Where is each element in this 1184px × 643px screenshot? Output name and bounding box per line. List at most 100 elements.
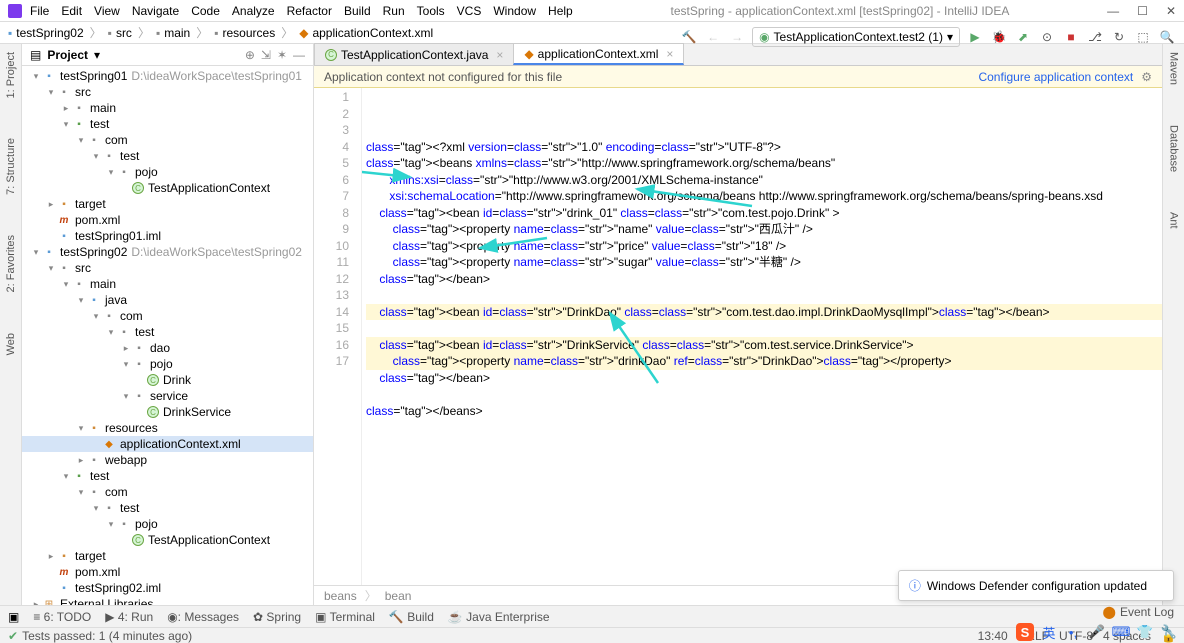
event-log-button[interactable]: ⬤Event Log (1103, 605, 1174, 619)
tree-item[interactable]: ▾▪pojo (22, 164, 313, 180)
tree-item[interactable]: mpom.xml (22, 564, 313, 580)
tree-item[interactable]: ◆applicationContext.xml (22, 436, 313, 452)
tree-item[interactable]: ▸▪webapp (22, 452, 313, 468)
update-button[interactable]: ↻ (1110, 28, 1128, 46)
menu-tools[interactable]: Tools (417, 4, 445, 18)
bottom-tab[interactable]: ▶ 4: Run (105, 610, 153, 624)
code-line[interactable]: xsi:schemaLocation="http://www.springfra… (366, 188, 1162, 205)
minimize-button[interactable]: — (1107, 4, 1119, 18)
bottom-tab[interactable]: ≡ 6: TODO (33, 610, 91, 624)
code-area[interactable]: 1234567891011121314151617 class="tag"><?… (314, 88, 1162, 585)
bottom-tab[interactable]: ☕ Java Enterprise (448, 610, 550, 624)
search-icon[interactable]: 🔍 (1158, 28, 1176, 46)
code-line[interactable]: xmlns:xsi=class="str">"http://www.w3.org… (366, 172, 1162, 189)
menu-build[interactable]: Build (344, 4, 371, 18)
tree-item[interactable]: ▾▪test (22, 324, 313, 340)
bottom-tab[interactable]: ▣ Terminal (315, 610, 375, 624)
run-config-dropdown[interactable]: ◉ TestApplicationContext.test2 (1) ▾ (752, 27, 960, 47)
breadcrumb-item[interactable]: ▪main (156, 26, 190, 40)
debug-button[interactable]: 🐞 (990, 28, 1008, 46)
banner-link[interactable]: Configure application context (978, 70, 1133, 84)
breadcrumb-item[interactable]: ◆applicationContext.xml (299, 26, 433, 40)
tool-window-icon[interactable]: ▣ (8, 610, 19, 624)
git-button[interactable]: ⎇ (1086, 28, 1104, 46)
menu-code[interactable]: Code (191, 4, 220, 18)
tree-item[interactable]: ▾▪test (22, 468, 313, 484)
menu-analyze[interactable]: Analyze (232, 4, 275, 18)
code-line[interactable]: class="tag"><property name=class="str">"… (366, 221, 1162, 238)
tree-item[interactable]: ▾▪com (22, 308, 313, 324)
code-crumb[interactable]: beans (324, 589, 357, 603)
code-line[interactable]: class="tag"><bean id=class="str">"DrinkD… (366, 304, 1162, 321)
menu-run[interactable]: Run (383, 4, 405, 18)
tree-item[interactable]: ▾▪src (22, 84, 313, 100)
menu-help[interactable]: Help (548, 4, 573, 18)
hammer-icon[interactable]: 🔨 (680, 28, 698, 46)
tree-item[interactable]: ▾▪service (22, 388, 313, 404)
ime-tool-icon[interactable]: 🔧 (1160, 623, 1178, 641)
tool-tab[interactable]: Web (5, 333, 17, 355)
chevron-down-icon[interactable]: ▾ (94, 48, 100, 62)
hide-icon[interactable]: — (293, 48, 305, 62)
stop-button[interactable]: ■ (1062, 28, 1080, 46)
code-line[interactable]: class="tag"></beans> (366, 403, 1162, 420)
coverage-button[interactable]: ⬈ (1014, 28, 1032, 46)
project-tree[interactable]: ▾▪testSpring01D:\ideaWorkSpace\testSprin… (22, 66, 313, 605)
tree-item[interactable]: ▸▪dao (22, 340, 313, 356)
menu-view[interactable]: View (94, 4, 120, 18)
editor-tab[interactable]: ◆applicationContext.xml× (513, 43, 684, 65)
tree-item[interactable]: ▾▪testSpring01D:\ideaWorkSpace\testSprin… (22, 68, 313, 84)
breadcrumb-item[interactable]: ▪testSpring02 (8, 26, 84, 40)
select-opened-icon[interactable]: ⊕ (245, 48, 255, 62)
code-line[interactable] (366, 386, 1162, 403)
code-line[interactable]: class="tag"><?xml version=class="str">"1… (366, 139, 1162, 156)
close-tab-icon[interactable]: × (666, 47, 673, 61)
tree-item[interactable]: ▸▪target (22, 196, 313, 212)
breadcrumb-item[interactable]: ▪src (108, 26, 132, 40)
tree-item[interactable]: ▸▪main (22, 100, 313, 116)
notification-balloon[interactable]: ⓘ Windows Defender configuration updated (898, 570, 1174, 601)
expand-icon[interactable]: ⇲ (261, 48, 271, 62)
tree-item[interactable]: ▾▪test (22, 148, 313, 164)
forward-icon[interactable]: → (728, 28, 746, 46)
settings-button[interactable]: ⬚ (1134, 28, 1152, 46)
ime-skin-icon[interactable]: 👕 (1136, 623, 1154, 641)
breadcrumb-item[interactable]: ▪resources (214, 26, 275, 40)
menu-edit[interactable]: Edit (61, 4, 82, 18)
tree-item[interactable]: ▾▪main (22, 276, 313, 292)
tree-item[interactable]: ▾▪test (22, 500, 313, 516)
tree-item[interactable]: ▾▪test (22, 116, 313, 132)
tree-item[interactable]: ▾▪resources (22, 420, 313, 436)
ime-lang-icon[interactable]: 英 (1040, 623, 1058, 641)
gear-icon[interactable]: ⚙ (1141, 70, 1152, 84)
tree-item[interactable]: ▪testSpring01.iml (22, 228, 313, 244)
menu-navigate[interactable]: Navigate (132, 4, 179, 18)
bottom-tab[interactable]: ◉: Messages (167, 610, 239, 624)
tool-tab[interactable]: Database (1168, 125, 1180, 172)
menu-window[interactable]: Window (493, 4, 536, 18)
code-line[interactable]: class="tag"><bean id=class="str">"DrinkS… (366, 337, 1162, 354)
maximize-button[interactable]: ☐ (1137, 4, 1148, 18)
profile-button[interactable]: ⊙ (1038, 28, 1056, 46)
code-line[interactable]: class="tag"><property name=class="str">"… (366, 353, 1162, 370)
code-line[interactable]: class="tag"><property name=class="str">"… (366, 254, 1162, 271)
code-line[interactable]: class="tag"><property name=class="str">"… (366, 238, 1162, 255)
ime-keyboard-icon[interactable]: ⌨ (1112, 623, 1130, 641)
tree-item[interactable]: CTestApplicationContext (22, 180, 313, 196)
tree-item[interactable]: CTestApplicationContext (22, 532, 313, 548)
code-line[interactable]: class="tag"></bean> (366, 370, 1162, 387)
bottom-tab[interactable]: ✿ Spring (253, 610, 301, 624)
tree-item[interactable]: ▸▪target (22, 548, 313, 564)
tool-tab[interactable]: 7: Structure (5, 138, 17, 195)
ime-punct-icon[interactable]: •, (1064, 623, 1082, 641)
menu-refactor[interactable]: Refactor (287, 4, 332, 18)
code-line[interactable] (366, 287, 1162, 304)
back-icon[interactable]: ← (704, 28, 722, 46)
collapse-icon[interactable]: ✶ (277, 48, 287, 62)
tree-item[interactable]: ▾▪pojo (22, 516, 313, 532)
tree-item[interactable]: CDrinkService (22, 404, 313, 420)
code-line[interactable]: class="tag"></bean> (366, 271, 1162, 288)
tree-item[interactable]: ▾▪testSpring02D:\ideaWorkSpace\testSprin… (22, 244, 313, 260)
tool-tab[interactable]: Maven (1168, 52, 1180, 85)
bottom-tab[interactable]: 🔨 Build (389, 610, 434, 624)
